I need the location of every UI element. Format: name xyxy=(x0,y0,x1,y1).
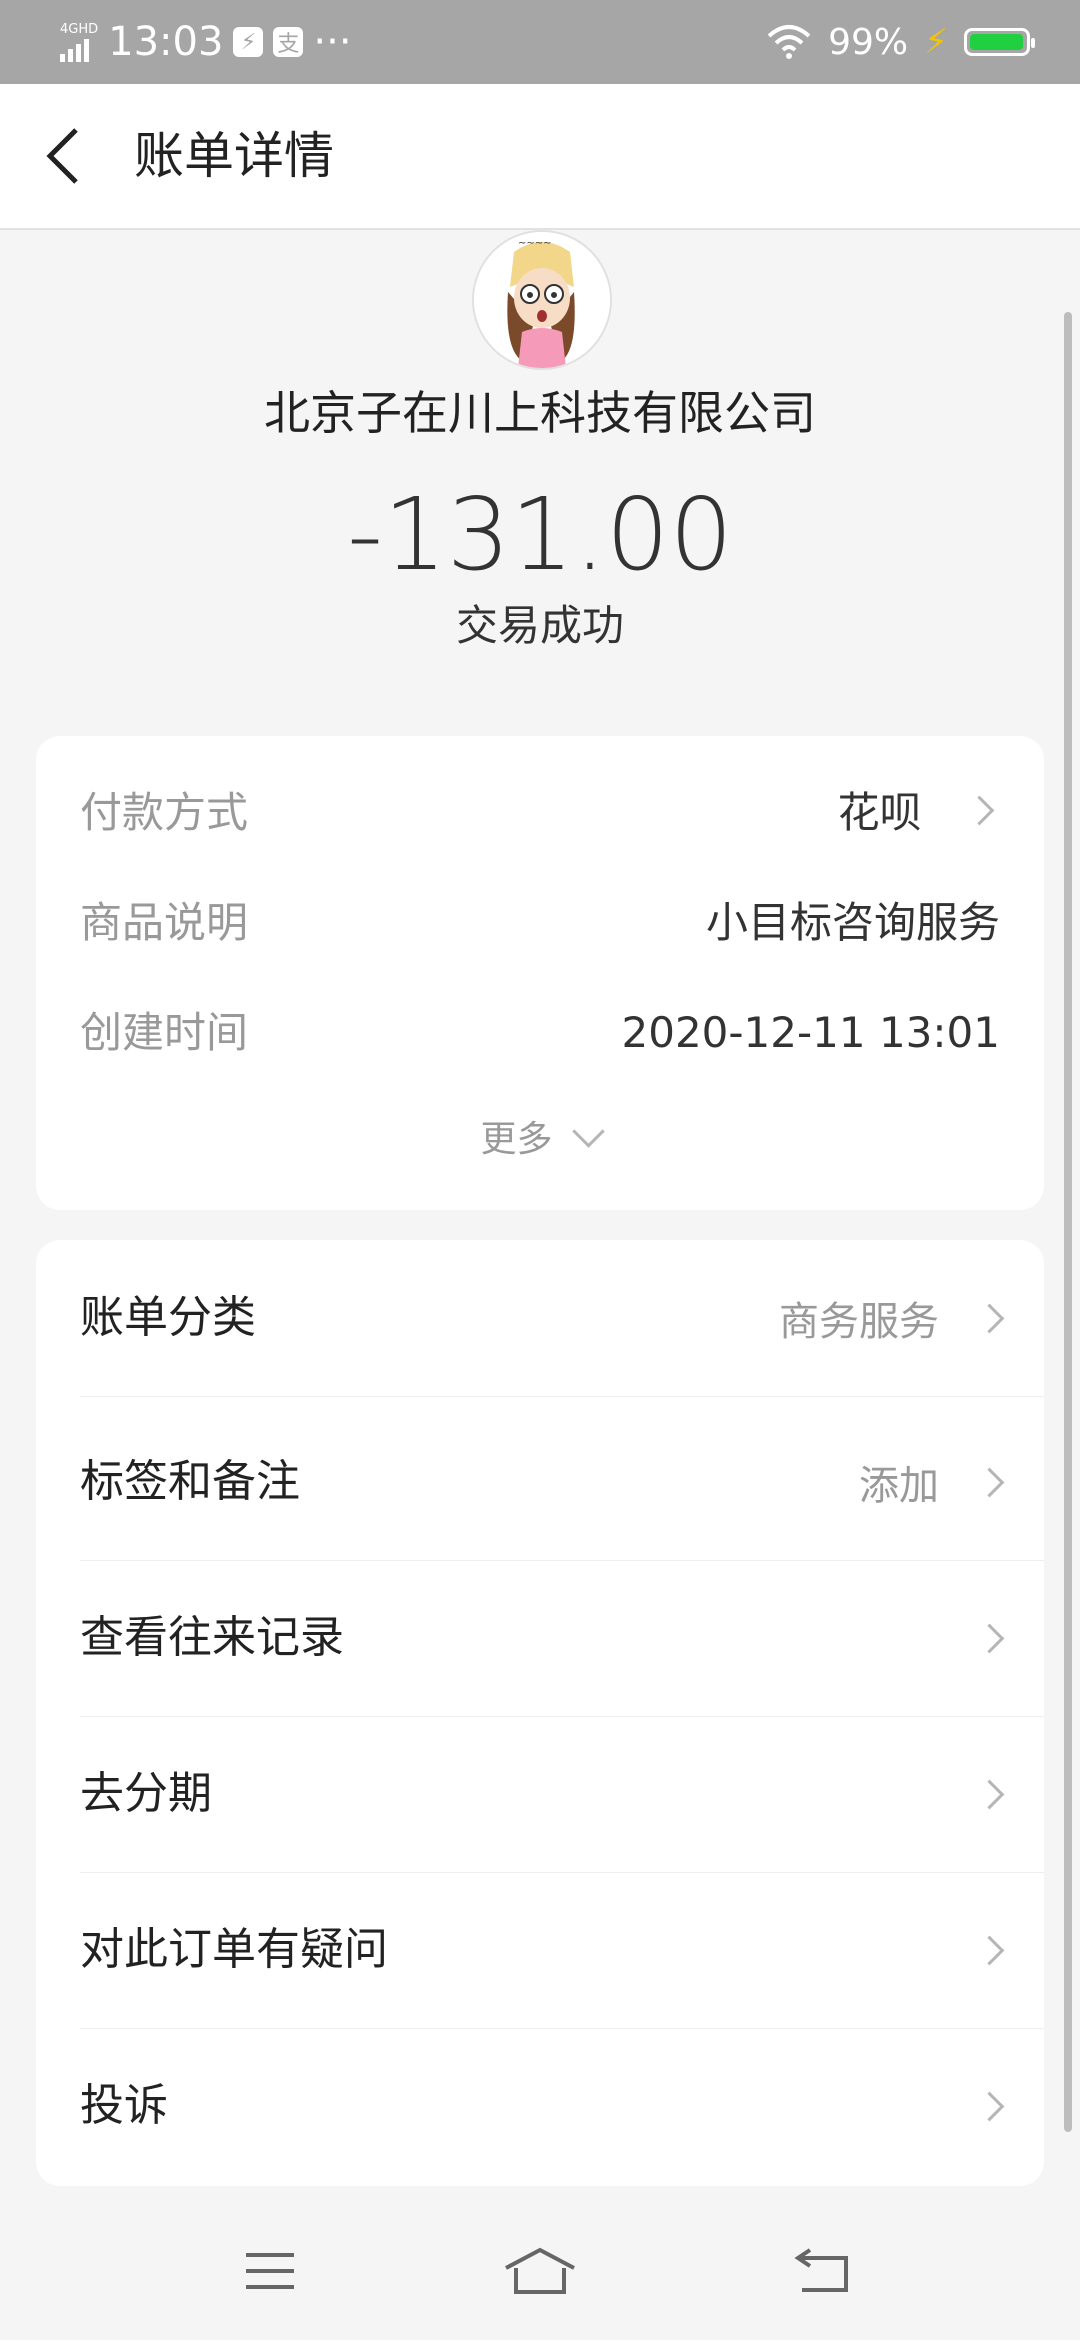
transaction-details-card: 付款方式 花呗 商品说明 小目标咨询服务 创建时间 2020-12-11 13:… xyxy=(36,736,1044,1210)
merchant-name: 北京子在川上科技有限公司 xyxy=(264,386,816,440)
flash-notification-icon: ⚡ xyxy=(233,27,264,57)
action-label: 对此订单有疑问 xyxy=(80,1924,388,1975)
product-description-label: 商品说明 xyxy=(80,898,249,947)
merchant-avatar: ~~~~ xyxy=(472,230,612,370)
navigation-bar: 账单详情 xyxy=(0,84,1080,230)
created-time-row: 创建时间 2020-12-11 13:01 xyxy=(80,998,1000,1068)
charging-icon: ⚡ xyxy=(924,22,948,62)
chevron-right-icon xyxy=(964,795,995,826)
action-label: 投诉 xyxy=(80,2080,168,2131)
payment-method-row[interactable]: 付款方式 花呗 xyxy=(80,778,1000,848)
signal-icon xyxy=(60,36,98,62)
system-navigation-bar xyxy=(0,2206,1080,2340)
chevron-right-icon xyxy=(974,1779,1005,1809)
payment-method-label: 付款方式 xyxy=(80,788,249,837)
action-row-order-question[interactable]: 对此订单有疑问 xyxy=(80,1872,1044,2029)
wifi-icon xyxy=(767,25,811,59)
transaction-amount: -131.00 xyxy=(347,476,733,593)
menu-icon[interactable] xyxy=(230,2236,310,2306)
payment-method-value: 花呗 xyxy=(837,788,922,837)
action-row-installment[interactable]: 去分期 xyxy=(80,1716,1044,1873)
chevron-right-icon xyxy=(974,1303,1005,1333)
action-row-view-records[interactable]: 查看往来记录 xyxy=(80,1560,1044,1717)
battery-percent: 99% xyxy=(828,21,909,63)
created-time-label: 创建时间 xyxy=(80,1008,249,1057)
chevron-right-icon xyxy=(974,2091,1005,2121)
action-value: 添加 xyxy=(859,1463,939,1509)
battery-icon xyxy=(964,28,1035,56)
product-description-value: 小目标咨询服务 xyxy=(705,898,1000,947)
more-notifications-icon: ··· xyxy=(313,19,352,65)
chevron-right-icon xyxy=(974,1467,1005,1497)
action-label: 去分期 xyxy=(80,1768,212,1819)
transaction-status: 交易成功 xyxy=(455,601,624,650)
more-label: 更多 xyxy=(480,1119,553,1160)
back-arrow-icon[interactable] xyxy=(40,124,90,188)
status-bar: 4GHD 13:03 ⚡ 支 ··· 99% ⚡ xyxy=(0,0,1080,84)
product-description-row: 商品说明 小目标咨询服务 xyxy=(80,888,1000,958)
home-icon[interactable] xyxy=(500,2236,580,2306)
back-icon[interactable] xyxy=(782,2236,862,2306)
more-details-button[interactable]: 更多 xyxy=(36,1110,1044,1170)
network-indicator: 4GHD xyxy=(60,23,98,62)
action-row-tags-notes[interactable]: 标签和备注 添加 xyxy=(80,1404,1044,1561)
chevron-down-icon xyxy=(571,1115,605,1148)
svg-text:~~~~: ~~~~ xyxy=(518,238,552,249)
action-row-complaint[interactable]: 投诉 xyxy=(80,2028,1044,2184)
action-value: 商务服务 xyxy=(779,1299,939,1345)
network-type: 4GHD xyxy=(60,21,99,37)
action-row-bill-category[interactable]: 账单分类 商务服务 xyxy=(80,1240,1044,1397)
action-label: 标签和备注 xyxy=(80,1456,300,1507)
status-time: 13:03 xyxy=(108,19,224,65)
page-title: 账单详情 xyxy=(134,127,334,185)
created-time-value: 2020-12-11 13:01 xyxy=(621,1008,1000,1057)
bill-actions-card: 账单分类 商务服务 标签和备注 添加 查看往来记录 去分期 对此订单有疑问 投诉 xyxy=(36,1240,1044,2186)
chevron-right-icon xyxy=(974,1935,1005,1965)
chevron-right-icon xyxy=(974,1623,1005,1653)
action-label: 账单分类 xyxy=(80,1292,256,1343)
action-label: 查看往来记录 xyxy=(80,1612,344,1663)
alipay-notification-icon: 支 xyxy=(273,27,304,57)
